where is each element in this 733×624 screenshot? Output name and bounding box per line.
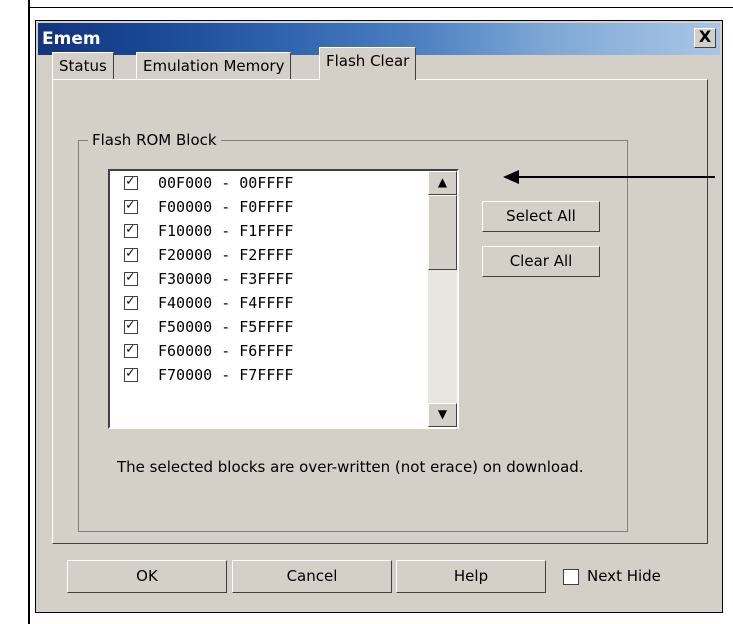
check-icon[interactable] [124, 317, 138, 334]
annotation-arrow-line [515, 176, 715, 178]
close-button[interactable]: X [694, 28, 716, 48]
check-icon[interactable] [124, 197, 138, 214]
select-all-button[interactable]: Select All [482, 201, 600, 232]
help-button[interactable]: Help [396, 560, 546, 593]
check-icon[interactable] [124, 221, 138, 238]
window-title: Emem [42, 29, 101, 49]
arrow-left-icon [503, 170, 519, 184]
block-list[interactable]: 00F000 - 00FFFF F00000 - F0FFFF F10000 -… [108, 169, 459, 429]
check-icon[interactable] [124, 341, 138, 358]
scroll-thumb[interactable] [428, 195, 457, 270]
ok-button[interactable]: OK [67, 560, 227, 593]
tab-emulation-memory[interactable]: Emulation Memory [136, 52, 292, 79]
next-hide-label: Next Hide [587, 567, 661, 585]
tab-status[interactable]: Status [52, 52, 114, 79]
check-icon[interactable] [124, 365, 138, 382]
list-scrollbar[interactable]: ▲ ▼ [428, 171, 457, 427]
scroll-down-icon[interactable]: ▼ [428, 403, 457, 427]
check-icon[interactable] [124, 293, 138, 310]
check-icon[interactable] [124, 173, 138, 190]
page-frame-top [28, 7, 733, 8]
page-frame-left [28, 0, 30, 624]
check-icon[interactable] [124, 269, 138, 286]
check-icon[interactable] [124, 245, 138, 262]
next-hide-checkbox[interactable] [563, 569, 579, 585]
clear-all-button[interactable]: Clear All [482, 246, 600, 277]
tab-flash-clear[interactable]: Flash Clear [319, 47, 417, 80]
scroll-up-icon[interactable]: ▲ [428, 171, 457, 195]
group-label: Flash ROM Block [88, 131, 221, 149]
cancel-button[interactable]: Cancel [232, 560, 392, 593]
download-note: The selected blocks are over-written (no… [117, 458, 584, 476]
